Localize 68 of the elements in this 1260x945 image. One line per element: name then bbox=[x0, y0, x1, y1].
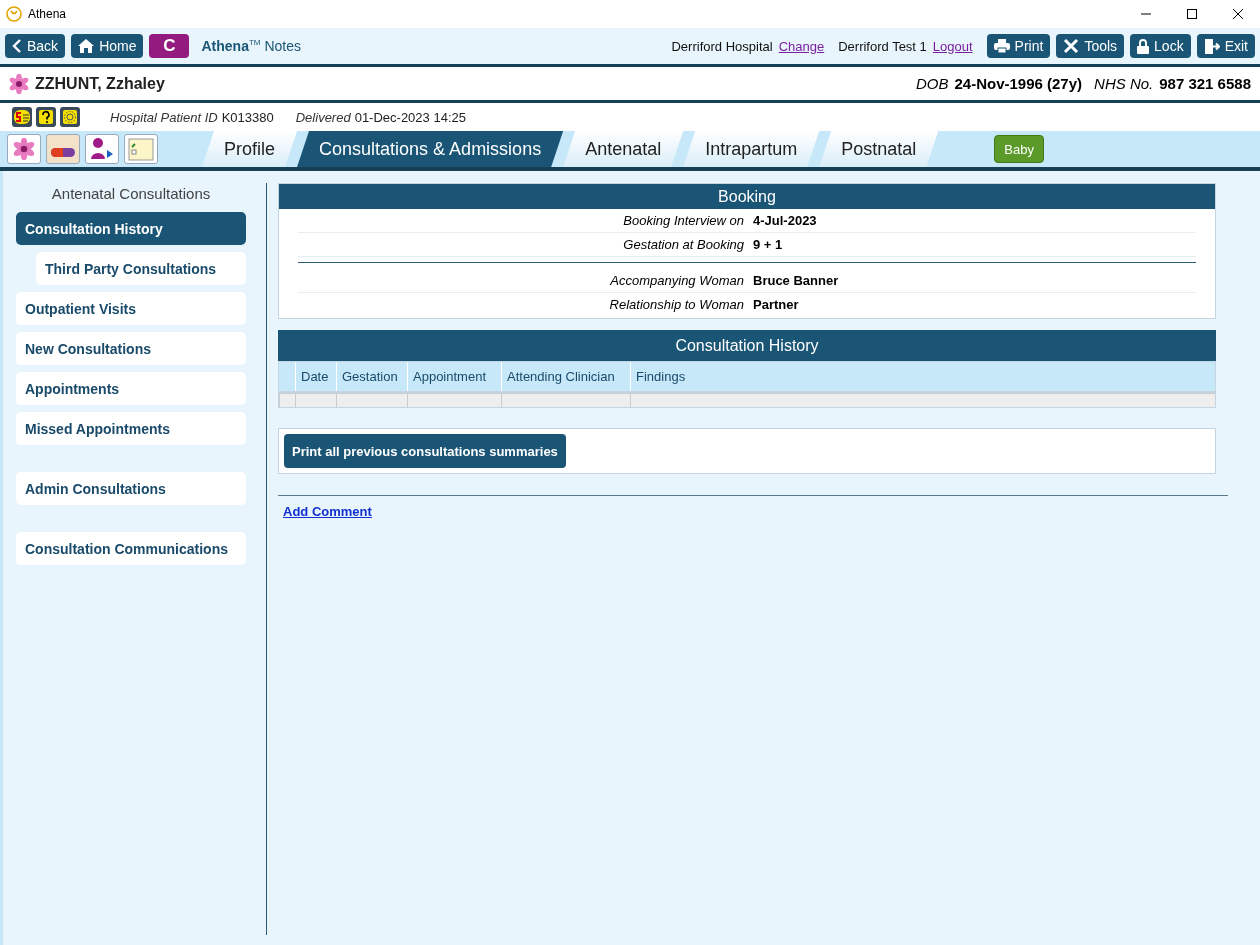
logout-link[interactable]: Logout bbox=[932, 38, 973, 54]
back-button[interactable]: Back bbox=[5, 34, 66, 58]
tab[interactable]: Profile bbox=[202, 131, 298, 167]
hospital-name: Derriford Hospital bbox=[671, 38, 773, 54]
exit-button[interactable]: Exit bbox=[1196, 34, 1255, 58]
column-header: Appointment bbox=[407, 362, 501, 391]
sun-icon[interactable] bbox=[60, 107, 80, 127]
sidebar-item[interactable]: Admin Consultations bbox=[16, 472, 246, 505]
field-value: Bruce Banner bbox=[753, 273, 839, 288]
sidebar-item[interactable]: Missed Appointments bbox=[16, 412, 246, 445]
delivered-label: Delivered bbox=[295, 109, 351, 125]
sidebar-item[interactable]: Consultation History bbox=[16, 212, 246, 245]
panel-title: Consultation History bbox=[278, 330, 1216, 361]
lock-icon bbox=[1137, 38, 1150, 54]
close-icon[interactable] bbox=[1232, 8, 1244, 20]
sidebar-item[interactable]: New Consultations bbox=[16, 332, 246, 365]
dob-value: 24-Nov-1996 (27y) bbox=[954, 75, 1083, 92]
window-title: Athena bbox=[28, 7, 67, 21]
print-button[interactable]: Print bbox=[986, 34, 1051, 58]
patient-id-value: K013380 bbox=[221, 109, 274, 125]
tab[interactable]: Intrapartum bbox=[683, 131, 820, 167]
lock-button[interactable]: Lock bbox=[1130, 34, 1191, 58]
app-brand: Athena$^{TM}$ Notes bbox=[201, 38, 301, 54]
sidebar-heading: Antenatal Consultations bbox=[50, 185, 212, 202]
field-label: Booking Interview on bbox=[622, 213, 745, 228]
c-button[interactable]: C bbox=[149, 34, 190, 58]
field-value: Partner bbox=[753, 297, 799, 312]
user-name: Derriford Test 1 bbox=[838, 38, 927, 54]
field-label: Relationship to Woman bbox=[608, 297, 745, 312]
flower-icon[interactable] bbox=[7, 134, 41, 164]
sidebar-item[interactable]: Appointments bbox=[16, 372, 246, 405]
column-header: Attending Clinician bbox=[501, 362, 630, 391]
app-logo-icon bbox=[6, 6, 22, 22]
nhs-label: NHS No. bbox=[1094, 75, 1154, 92]
exit-door-icon bbox=[1203, 38, 1220, 54]
tab[interactable]: Postnatal bbox=[819, 131, 939, 167]
tab[interactable]: Antenatal bbox=[563, 131, 684, 167]
field-label: Accompanying Woman bbox=[609, 273, 745, 288]
sign-language-icon[interactable] bbox=[12, 107, 32, 127]
question-icon[interactable] bbox=[36, 107, 56, 127]
chevron-left-icon bbox=[12, 39, 22, 53]
patient-name: ZZHUNT, Zzhaley bbox=[35, 74, 165, 93]
sidebar-item[interactable]: Consultation Communications bbox=[16, 532, 246, 565]
column-header: Findings bbox=[630, 362, 1215, 391]
tools-icon bbox=[1063, 38, 1080, 54]
dob-label: DOB bbox=[915, 75, 949, 92]
column-header: Gestation bbox=[336, 362, 407, 391]
flower-icon bbox=[9, 73, 29, 94]
sidebar-item[interactable]: Outpatient Visits bbox=[16, 292, 246, 325]
sidebar-item[interactable]: Third Party Consultations bbox=[36, 252, 246, 285]
nhs-value: 987 321 6588 bbox=[1159, 75, 1251, 92]
patient-id-label: Hospital Patient ID bbox=[110, 109, 218, 125]
maximize-icon[interactable] bbox=[1186, 8, 1198, 20]
change-link[interactable]: Change bbox=[778, 38, 825, 54]
panel-title: Booking bbox=[279, 184, 1215, 209]
home-button[interactable]: Home bbox=[71, 34, 144, 58]
tab[interactable]: Consultations & Admissions bbox=[297, 131, 564, 167]
field-value: 9 + 1 bbox=[753, 237, 783, 252]
printer-icon bbox=[993, 39, 1010, 53]
field-label: Gestation at Booking bbox=[622, 237, 745, 252]
home-icon bbox=[78, 39, 95, 53]
pill-icon[interactable] bbox=[46, 134, 80, 164]
delivered-value: 01-Dec-2023 14:25 bbox=[354, 109, 466, 125]
print-summaries-button[interactable]: Print all previous consultations summaries bbox=[284, 434, 566, 468]
tools-button[interactable]: Tools bbox=[1056, 34, 1125, 58]
field-value: 4-Jul-2023 bbox=[753, 213, 817, 228]
add-comment-link[interactable]: Add Comment bbox=[283, 504, 372, 519]
column-header: Date bbox=[295, 362, 336, 391]
